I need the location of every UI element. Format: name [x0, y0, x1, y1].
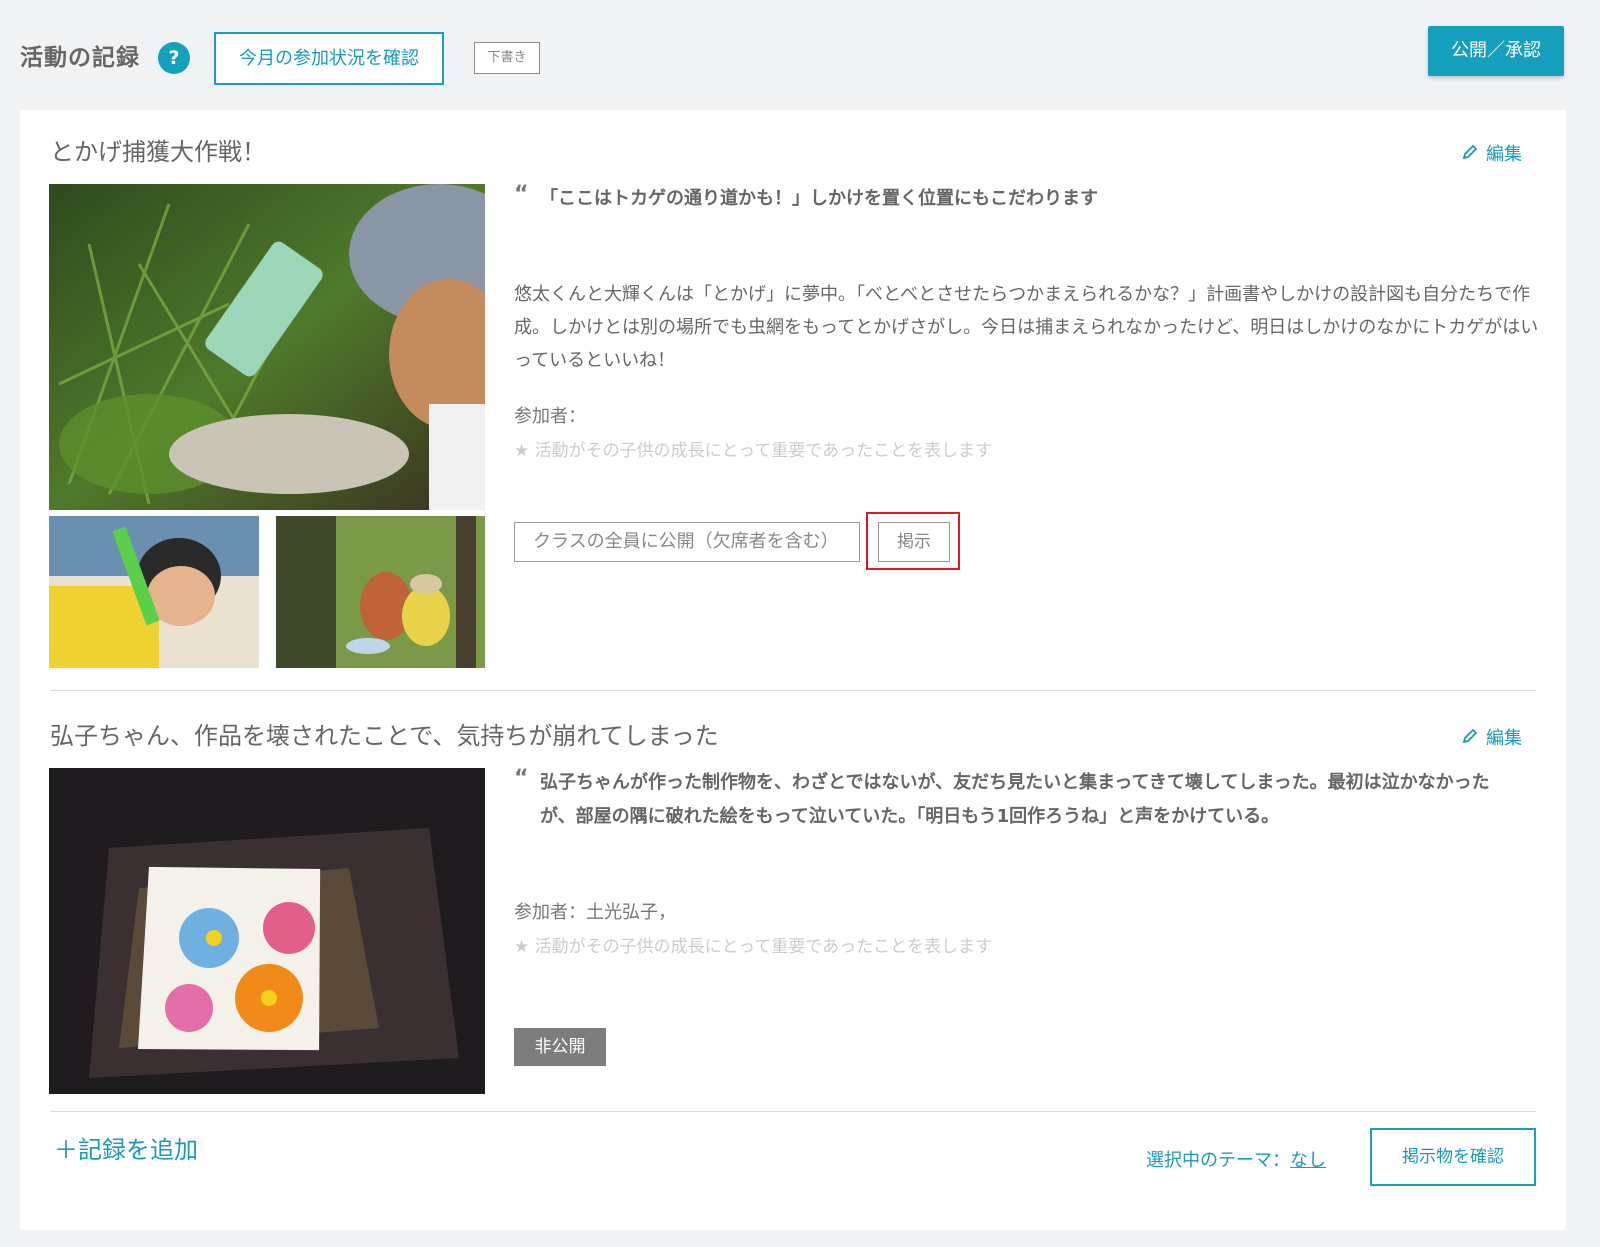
record-photo-thumb[interactable]: [276, 516, 485, 668]
pencil-icon: [1462, 144, 1480, 165]
record-title: とかげ捕獲大作戦！: [50, 138, 266, 166]
private-badge: 非公開: [514, 1028, 606, 1066]
pencil-icon: [1462, 728, 1480, 749]
quote-icon: “: [514, 182, 529, 207]
participants: 参加者：: [514, 402, 586, 428]
participants-value: 土光弘子，: [586, 902, 676, 923]
draft-badge: 下書き: [474, 42, 540, 74]
record-title: 弘子ちゃん、作品を壊されたことで、気持ちが崩れてしまった: [50, 722, 719, 750]
publish-approve-button[interactable]: 公開／承認: [1428, 26, 1564, 76]
theme-label: 選択中のテーマ：: [1146, 1150, 1290, 1171]
edit-label: 編集: [1486, 144, 1522, 165]
participants-label: 参加者：: [514, 406, 586, 427]
records-panel: とかげ捕獲大作戦！ 編集 “ 「ここはトカゲの通り道かも！」しかけを置く位置にも…: [20, 110, 1566, 1230]
edit-record-link[interactable]: 編集: [1462, 724, 1522, 750]
star-note: ★ 活動がその子供の成長にとって重要であったことを表します: [514, 937, 993, 957]
top-bar: 活動の記録 ? 今月の参加状況を確認 下書き 公開／承認: [0, 0, 1600, 108]
add-record-link[interactable]: ＋記録を追加: [54, 1130, 198, 1165]
edit-record-link[interactable]: 編集: [1462, 140, 1522, 166]
record-photo-thumb[interactable]: [49, 516, 259, 668]
check-participation-button[interactable]: 今月の参加状況を確認: [214, 32, 444, 85]
participants-label: 参加者：: [514, 902, 586, 923]
selected-theme: 選択中のテーマ：なし: [1146, 1146, 1326, 1172]
record-quote: 弘子ちゃんが作った制作物を、わざとではないが、友だち見たいと集まってきて壊してし…: [540, 772, 1490, 827]
theme-value-link[interactable]: なし: [1290, 1150, 1326, 1171]
divider: [50, 690, 1536, 691]
record-description: 悠太くんと大輝くんは「とかげ」に夢中。「べとべとさせたらつかまえられるかな？」計…: [514, 284, 1539, 371]
record-photo-main[interactable]: [49, 184, 485, 510]
record-quote: 「ここはトカゲの通り道かも！」しかけを置く位置にもこだわります: [540, 188, 1098, 209]
edit-label: 編集: [1486, 728, 1522, 749]
record-photo-main[interactable]: [49, 768, 485, 1094]
page-title: 活動の記録: [20, 45, 140, 71]
quote-icon: “: [514, 766, 529, 791]
check-postings-button[interactable]: 掲示物を確認: [1370, 1128, 1536, 1186]
participants: 参加者：土光弘子，: [514, 898, 676, 924]
post-button[interactable]: 掲示: [878, 522, 950, 562]
visibility-scope-select[interactable]: クラスの全員に公開（欠席者を含む）: [514, 522, 860, 562]
star-note: ★ 活動がその子供の成長にとって重要であったことを表します: [514, 441, 993, 461]
divider: [50, 1111, 1536, 1112]
help-icon[interactable]: ?: [158, 42, 190, 74]
